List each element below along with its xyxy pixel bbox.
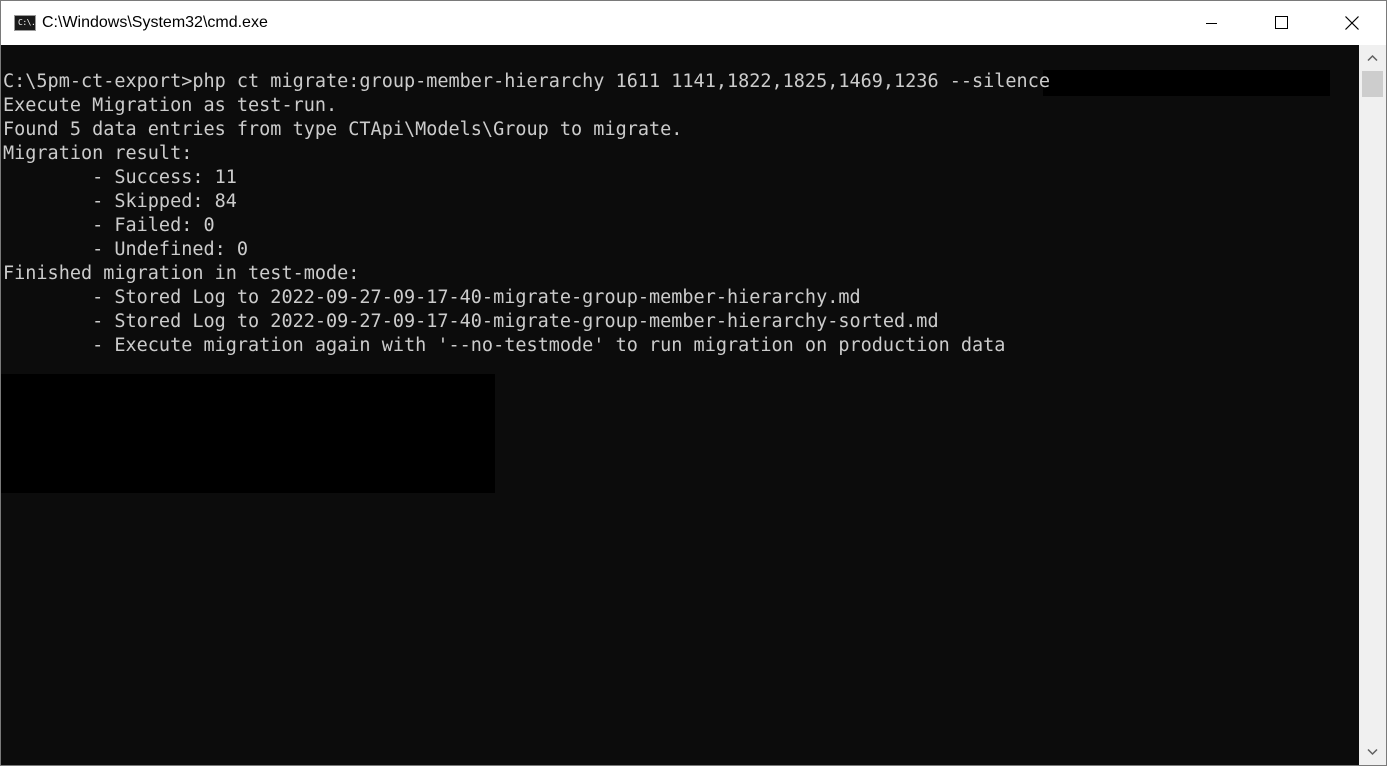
- close-icon: [1345, 16, 1359, 30]
- minimize-button[interactable]: [1176, 1, 1246, 45]
- console-line: - Success: 11: [3, 167, 237, 188]
- cmd-window: C:\. C:\Windows\System32\cmd.exe C:\5pm-…: [0, 0, 1387, 766]
- console-line: - Failed: 0: [3, 215, 215, 236]
- redacted-block: [1, 374, 495, 493]
- console-line: - Stored Log to 2022-09-27-09-17-40-migr…: [3, 287, 861, 308]
- console-line: - Stored Log to 2022-09-27-09-17-40-migr…: [3, 311, 939, 332]
- console-line: Finished migration in test-mode:: [3, 263, 360, 284]
- vertical-scrollbar[interactable]: [1359, 45, 1386, 765]
- cmd-icon-text: C:\.: [18, 18, 36, 27]
- title-bar[interactable]: C:\. C:\Windows\System32\cmd.exe: [1, 1, 1386, 45]
- console-line: - Undefined: 0: [3, 239, 249, 260]
- console-line: Found 5 data entries from type CTApi\Mod…: [3, 119, 683, 140]
- chevron-up-icon: [1367, 54, 1378, 62]
- console-line: C:\5pm-ct-export>php ct migrate:group-me…: [3, 71, 1050, 92]
- window-title: C:\Windows\System32\cmd.exe: [42, 14, 268, 31]
- scroll-thumb[interactable]: [1362, 71, 1383, 97]
- redacted-block: [1043, 70, 1330, 96]
- console-line: Execute Migration as test-run.: [3, 95, 338, 116]
- close-button[interactable]: [1316, 1, 1386, 45]
- console-line: - Execute migration again with '--no-tes…: [3, 335, 1006, 356]
- minimize-icon: [1206, 23, 1217, 24]
- scroll-up-button[interactable]: [1359, 45, 1386, 71]
- chevron-down-icon: [1367, 748, 1378, 756]
- scroll-down-button[interactable]: [1359, 739, 1386, 765]
- console-line: - Skipped: 84: [3, 191, 237, 212]
- maximize-icon: [1275, 16, 1288, 29]
- cmd-icon[interactable]: C:\.: [14, 15, 36, 31]
- console-line: Migration result:: [3, 143, 193, 164]
- maximize-button[interactable]: [1246, 1, 1316, 45]
- console-output[interactable]: C:\5pm-ct-export>php ct migrate:group-me…: [1, 45, 1359, 765]
